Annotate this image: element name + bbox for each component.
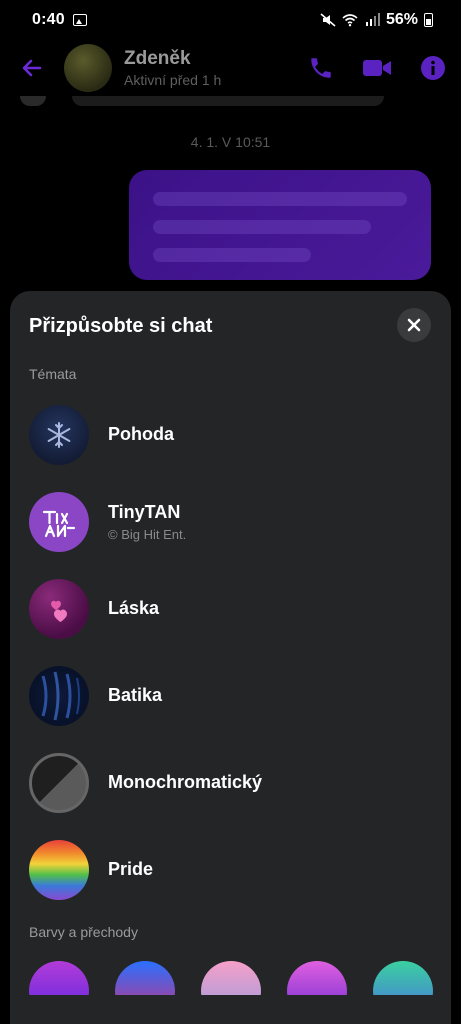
theme-name: TinyTAN — [108, 501, 181, 522]
chat-area: 4. 1. V 10:51 — [0, 96, 461, 296]
phone-icon — [311, 58, 331, 78]
chat-header: Zdeněk Aktivní před 1 h — [0, 40, 461, 96]
theme-item-batika[interactable]: Batika — [10, 652, 451, 739]
contact-avatar[interactable] — [64, 44, 112, 92]
themes-section-label: Témata — [29, 366, 77, 382]
sent-message-bubble[interactable] — [129, 170, 431, 280]
theme-thumbnail — [29, 665, 89, 726]
close-button[interactable] — [397, 308, 431, 342]
tinytan-logo-icon — [42, 510, 76, 537]
contact-name: Zdeněk — [124, 48, 191, 69]
mute-icon — [320, 13, 336, 27]
signal-icon — [365, 13, 380, 26]
theme-thumbnail — [29, 752, 89, 813]
date-separator: 4. 1. V 10:51 — [190, 134, 271, 150]
status-time: 0:40 — [32, 11, 65, 28]
close-icon — [407, 318, 421, 332]
sheet-title: Přizpůsobte si chat — [29, 315, 213, 337]
snowflake-icon — [47, 421, 71, 448]
battery-percent: 56% — [385, 11, 418, 28]
status-right: 56% — [320, 11, 433, 29]
theme-name: Pride — [108, 859, 154, 879]
theme-thumbnail — [29, 578, 89, 639]
contact-info[interactable]: Zdeněk Aktivní před 1 h — [124, 48, 293, 88]
colors-section-label: Barvy a přechody — [29, 924, 138, 940]
wifi-icon — [342, 14, 358, 27]
theme-subtitle: © Big Hit Ent. — [108, 526, 187, 542]
customize-chat-sheet: Přizpůsobte si chat Témata Pohoda TinyTA… — [10, 291, 451, 1024]
battery-icon — [424, 13, 433, 27]
theme-thumbnail — [29, 839, 89, 900]
theme-item-laska[interactable]: Láska — [10, 565, 451, 652]
theme-thumbnail — [29, 491, 89, 552]
contact-status: Aktivní před 1 h — [124, 72, 222, 88]
arrow-left-icon — [22, 59, 42, 77]
video-camera-icon — [363, 60, 391, 76]
theme-name: Batika — [108, 685, 163, 705]
received-message-bubble[interactable] — [72, 96, 384, 106]
tie-dye-pattern-icon — [41, 671, 80, 720]
theme-item-pride[interactable]: Pride — [10, 826, 451, 913]
back-button[interactable] — [0, 40, 64, 96]
sheet-bottom-edge — [10, 995, 451, 1024]
blurred-text — [153, 220, 371, 234]
theme-list: Pohoda TinyTAN © Big Hit Ent. Láska Bati… — [10, 391, 451, 913]
theme-item-tinytan[interactable]: TinyTAN © Big Hit Ent. — [10, 478, 451, 565]
message-avatar — [20, 96, 46, 106]
status-bar: 0:40 56% — [0, 0, 461, 40]
gallery-notification-icon — [72, 14, 87, 26]
theme-thumbnail — [29, 404, 89, 465]
blurred-text — [153, 248, 311, 262]
theme-item-monochromaticky[interactable]: Monochromatický — [10, 739, 451, 826]
video-call-button[interactable] — [349, 40, 405, 96]
info-icon — [421, 56, 445, 80]
blurred-text — [153, 192, 407, 206]
theme-name: Láska — [108, 598, 160, 618]
theme-name: Monochromatický — [108, 772, 263, 792]
theme-item-pohoda[interactable]: Pohoda — [10, 391, 451, 478]
info-button[interactable] — [405, 40, 461, 96]
hearts-icon — [51, 600, 67, 622]
call-button[interactable] — [293, 40, 349, 96]
theme-name: Pohoda — [108, 424, 174, 444]
